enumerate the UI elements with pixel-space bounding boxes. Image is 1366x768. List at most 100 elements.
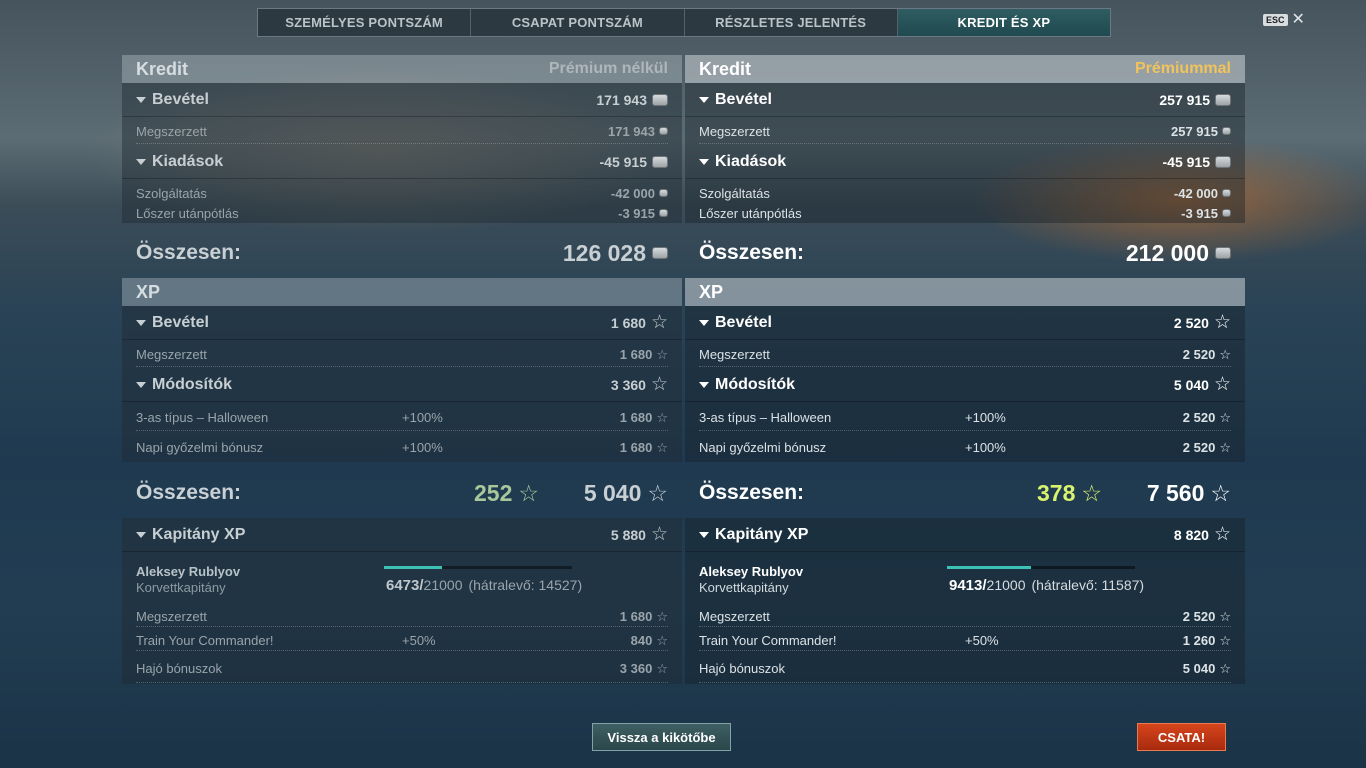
tab-personal-score[interactable]: SZEMÉLYES PONTSZÁM — [258, 9, 472, 36]
credit-title: Kredit — [136, 58, 189, 79]
credit-total-row: Összesen: 212 000 — [685, 228, 1245, 278]
star-icon: ☆ — [1213, 524, 1231, 545]
credit-total: 212 000 — [1125, 239, 1209, 266]
xp-title: XP — [699, 281, 724, 302]
mod2-label: Napi győzelmi bónusz — [136, 439, 264, 455]
captain-xp-max: 21000 — [423, 577, 463, 593]
panel-no-premium: Kredit Prémium nélkül Bevétel 171 943 Me… — [122, 55, 682, 684]
captain-xp-max: 21000 — [986, 577, 1026, 593]
ammo-label: Lőszer utánpótlás — [136, 205, 239, 221]
mod2-pct: +100% — [402, 439, 443, 455]
chevron-down-icon — [136, 158, 146, 165]
credit-coin-icon — [652, 93, 668, 107]
star-icon: ☆ — [650, 312, 668, 333]
credit-header: Kredit Prémium nélkül — [122, 55, 682, 83]
credit-coin-icon — [659, 208, 668, 218]
service-row: Szolgáltatás -42 000 — [122, 183, 682, 203]
captain-xp-current: 6473/ — [386, 577, 424, 594]
battle-button[interactable]: CSATA! — [1137, 723, 1226, 751]
star-icon: ☆ — [1213, 374, 1231, 395]
result-tabs: SZEMÉLYES PONTSZÁM CSAPAT PONTSZÁM RÉSZL… — [257, 8, 1111, 37]
credit-coin-icon — [1215, 155, 1231, 169]
captain-label: Kapitány XP — [152, 525, 246, 543]
panel-premium: Kredit Prémiummal Bevétel 257 915 Megsze… — [685, 55, 1245, 684]
free-xp: 378 ☆ — [1037, 480, 1102, 507]
cap-train-pct: +50% — [965, 632, 999, 648]
captain-total: 8 820 — [1173, 526, 1209, 543]
income-row[interactable]: Bevétel 257 915 — [685, 83, 1245, 117]
modifiers-total: 5 040 — [1173, 376, 1209, 393]
modifiers-label: Módosítók — [152, 375, 232, 393]
expenses-total: -45 915 — [1162, 153, 1210, 170]
star-icon: ☆ — [656, 608, 668, 624]
service-label: Szolgáltatás — [699, 185, 770, 201]
cap-train-value: 1 260 — [1182, 632, 1216, 648]
credit-coin-icon — [652, 246, 668, 260]
modifier-halloween-row: 3-as típus – Halloween +100% 2 520 ☆ — [685, 402, 1245, 432]
earned-label: Megszerzett — [699, 123, 770, 139]
star-icon: ☆ — [1213, 312, 1231, 333]
cap-earned-label: Megszerzett — [699, 608, 770, 624]
xp-earned-label: Megszerzett — [136, 346, 207, 362]
star-icon: ☆ — [647, 479, 668, 506]
xp-total-row: Összesen: 252 ☆ 5 040 ☆ — [122, 468, 682, 518]
modifiers-row[interactable]: Módosítók 3 360 ☆ — [122, 368, 682, 402]
xp-header: XP — [122, 278, 682, 306]
back-to-port-button[interactable]: Vissza a kikötőbe — [592, 723, 731, 751]
cap-ship-row: Hajó bónuszok 3 360 ☆ — [122, 652, 682, 684]
cap-train-row: Train Your Commander! +50% 840 ☆ — [122, 628, 682, 652]
xp-total: 5 040 — [583, 479, 642, 506]
credit-coin-icon — [1222, 126, 1231, 136]
free-xp-value: 252 — [474, 479, 513, 506]
star-icon: ☆ — [1219, 660, 1231, 676]
expenses-total: -45 915 — [599, 153, 647, 170]
star-icon: ☆ — [1219, 346, 1231, 362]
ammo-value: -3 915 — [618, 205, 655, 221]
xp-income-row[interactable]: Bevétel 2 520 ☆ — [685, 306, 1245, 340]
captain-info: Aleksey Rublyov Korvettkapitány 9413/210… — [685, 552, 1245, 604]
credit-total: 126 028 — [562, 239, 646, 266]
income-label: Bevétel — [715, 90, 772, 108]
expenses-label: Kiadások — [715, 152, 787, 170]
xp-title: XP — [136, 281, 161, 302]
free-xp: 252 ☆ — [474, 480, 539, 507]
modifiers-total: 3 360 — [610, 376, 646, 393]
service-row: Szolgáltatás -42 000 — [685, 183, 1245, 203]
chevron-down-icon — [699, 96, 709, 103]
close-icon[interactable]: ✕ — [1292, 12, 1305, 28]
mod2-pct: +100% — [965, 439, 1006, 455]
income-total: 257 915 — [1159, 91, 1210, 108]
captain-name: Aleksey Rublyov — [699, 564, 804, 579]
star-icon: ☆ — [650, 524, 668, 545]
star-icon: ☆ — [1210, 479, 1231, 506]
captain-group: Kapitány XP 5 880 ☆ Aleksey Rublyov Korve… — [122, 518, 682, 684]
star-icon: ☆ — [1219, 632, 1231, 648]
captain-xp-row[interactable]: Kapitány XP 8 820 ☆ — [685, 518, 1245, 552]
close-control[interactable]: ESC ✕ — [1263, 12, 1305, 28]
xp-earned-label: Megszerzett — [699, 346, 770, 362]
modifiers-row[interactable]: Módosítók 5 040 ☆ — [685, 368, 1245, 402]
expenses-row[interactable]: Kiadások -45 915 — [122, 145, 682, 179]
captain-remaining: (hátralevő: 11587) — [1031, 577, 1145, 593]
income-row[interactable]: Bevétel 171 943 — [122, 83, 682, 117]
captain-label: Kapitány XP — [715, 525, 809, 543]
tab-credit-xp[interactable]: KREDIT ÉS XP — [897, 9, 1110, 36]
tab-detailed-report[interactable]: RÉSZLETES JELENTÉS — [685, 9, 898, 36]
modifier-daily-win-row: Napi győzelmi bónusz +100% 2 520 ☆ — [685, 432, 1245, 462]
cap-earned-label: Megszerzett — [136, 608, 207, 624]
expenses-row[interactable]: Kiadások -45 915 — [685, 145, 1245, 179]
xp-income-row[interactable]: Bevétel 1 680 ☆ — [122, 306, 682, 340]
captain-xp-row[interactable]: Kapitány XP 5 880 ☆ — [122, 518, 682, 552]
xp-income-total: 2 520 — [1173, 314, 1209, 331]
service-value: -42 000 — [610, 185, 655, 201]
star-icon: ☆ — [1081, 479, 1102, 506]
xp-earned-row: Megszerzett 2 520 ☆ — [685, 340, 1245, 368]
star-icon: ☆ — [650, 374, 668, 395]
tab-team-score[interactable]: CSAPAT PONTSZÁM — [471, 9, 685, 36]
star-icon: ☆ — [656, 439, 668, 455]
xp-income-total: 1 680 — [610, 314, 646, 331]
cap-earned-row: Megszerzett 1 680 ☆ — [122, 604, 682, 628]
xp-total-label: Összesen: — [136, 481, 242, 504]
credit-total-label: Összesen: — [136, 241, 242, 264]
cap-train-row: Train Your Commander! +50% 1 260 ☆ — [685, 628, 1245, 652]
